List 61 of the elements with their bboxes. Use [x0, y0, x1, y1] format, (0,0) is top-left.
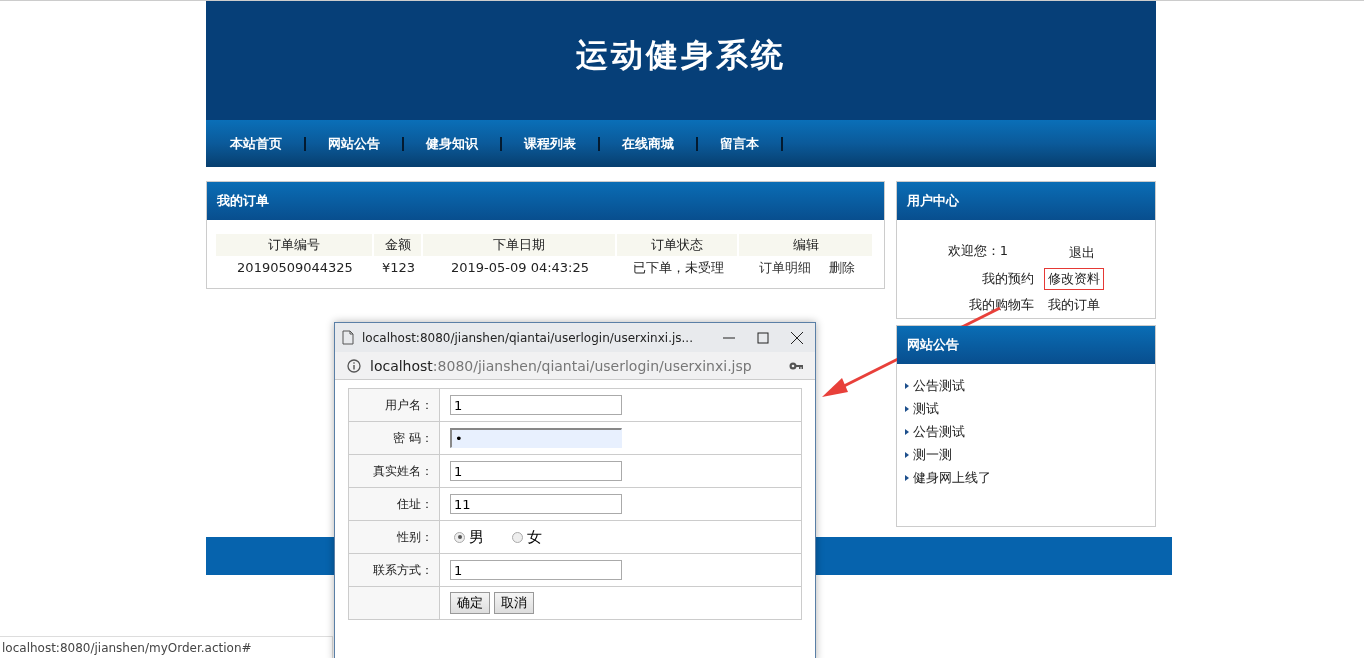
nav-link[interactable]: 在线商城 — [622, 134, 674, 153]
table-cell-text: 已下单，未受理 — [631, 259, 725, 277]
bullet-icon — [905, 428, 909, 435]
field-label: 密 码： — [348, 421, 440, 455]
input-field[interactable]: 1 — [450, 395, 622, 415]
nav-link[interactable]: 留言本 — [720, 134, 759, 153]
table-header: 下单日期 — [423, 234, 617, 256]
nav-link[interactable]: 本站首页 — [230, 134, 282, 153]
form-button[interactable]: 取消 — [494, 592, 534, 614]
field-label: 住址： — [348, 487, 440, 521]
welcome-text: 欢迎您：1 — [947, 242, 1010, 260]
table-header: 订单编号 — [216, 234, 374, 256]
notice-link[interactable]: 公告测试 — [913, 376, 965, 395]
panel-title: 网站公告 — [897, 326, 1155, 364]
key-icon — [789, 360, 803, 371]
table-cell-text: 2019-05-09 04:43:25 — [449, 259, 591, 277]
field-label: 性别： — [348, 520, 440, 554]
info-icon — [347, 358, 361, 373]
panel-title: 用户中心 — [897, 182, 1155, 220]
table-cell-text: ¥123 — [380, 259, 417, 277]
nav-link[interactable]: 网站公告 — [328, 134, 380, 153]
nav-link[interactable]: 课程列表 — [524, 134, 576, 153]
field-label: 用户名： — [348, 388, 440, 422]
input-field[interactable]: 1 — [450, 461, 622, 481]
table-header: 订单状态 — [617, 234, 739, 256]
notice-link[interactable]: 测一测 — [913, 445, 952, 464]
table-link[interactable]: 订单明细 — [758, 256, 811, 280]
user-link[interactable]: 我的预约 — [947, 268, 1039, 290]
input-field[interactable]: • — [450, 428, 622, 448]
close-icon[interactable] — [789, 329, 805, 346]
form-button[interactable]: 确定 — [450, 592, 490, 614]
bullet-icon — [905, 382, 909, 389]
radio-label: 女 — [527, 527, 542, 547]
field-label: 真实姓名： — [348, 454, 440, 488]
notice-link[interactable]: 公告测试 — [913, 422, 965, 441]
field-label: 联系方式： — [348, 553, 440, 587]
table-header: 编辑 — [739, 234, 874, 256]
user-link[interactable]: 修改资料 — [1044, 268, 1105, 290]
user-link[interactable]: 我的订单 — [1044, 294, 1105, 316]
radio-button[interactable] — [454, 531, 465, 543]
radio-label: 男 — [469, 527, 484, 547]
table-header: 金额 — [374, 234, 423, 256]
window-title: localhost:8080/jianshen/qiantai/userlogin/userxinxi.js... — [362, 330, 694, 345]
panel-title: 我的订单 — [207, 182, 884, 220]
input-field[interactable]: 11 — [450, 494, 622, 514]
user-link[interactable]: 退出 — [1065, 242, 1105, 264]
bullet-icon — [905, 474, 909, 481]
bullet-icon — [905, 405, 909, 412]
notice-link[interactable]: 健身网上线了 — [913, 468, 991, 487]
notice-link[interactable]: 测试 — [913, 399, 939, 418]
page-icon — [342, 330, 354, 345]
status-bar: localhost:8080/jianshen/myOrder.action# — [0, 636, 333, 658]
table-link[interactable]: 删除 — [828, 256, 855, 280]
radio-button[interactable] — [512, 531, 523, 543]
site-title: 运动健身系统 — [576, 34, 786, 76]
nav-link[interactable]: 健身知识 — [426, 134, 478, 153]
table-cell-text: 20190509044325 — [236, 259, 354, 277]
maximize-icon[interactable] — [755, 329, 771, 346]
input-field[interactable]: 1 — [450, 560, 622, 580]
address-text: localhost:8080/jianshen/qiantai/userlogin/userxinxi.jsp — [370, 357, 753, 374]
bullet-icon — [905, 451, 909, 458]
